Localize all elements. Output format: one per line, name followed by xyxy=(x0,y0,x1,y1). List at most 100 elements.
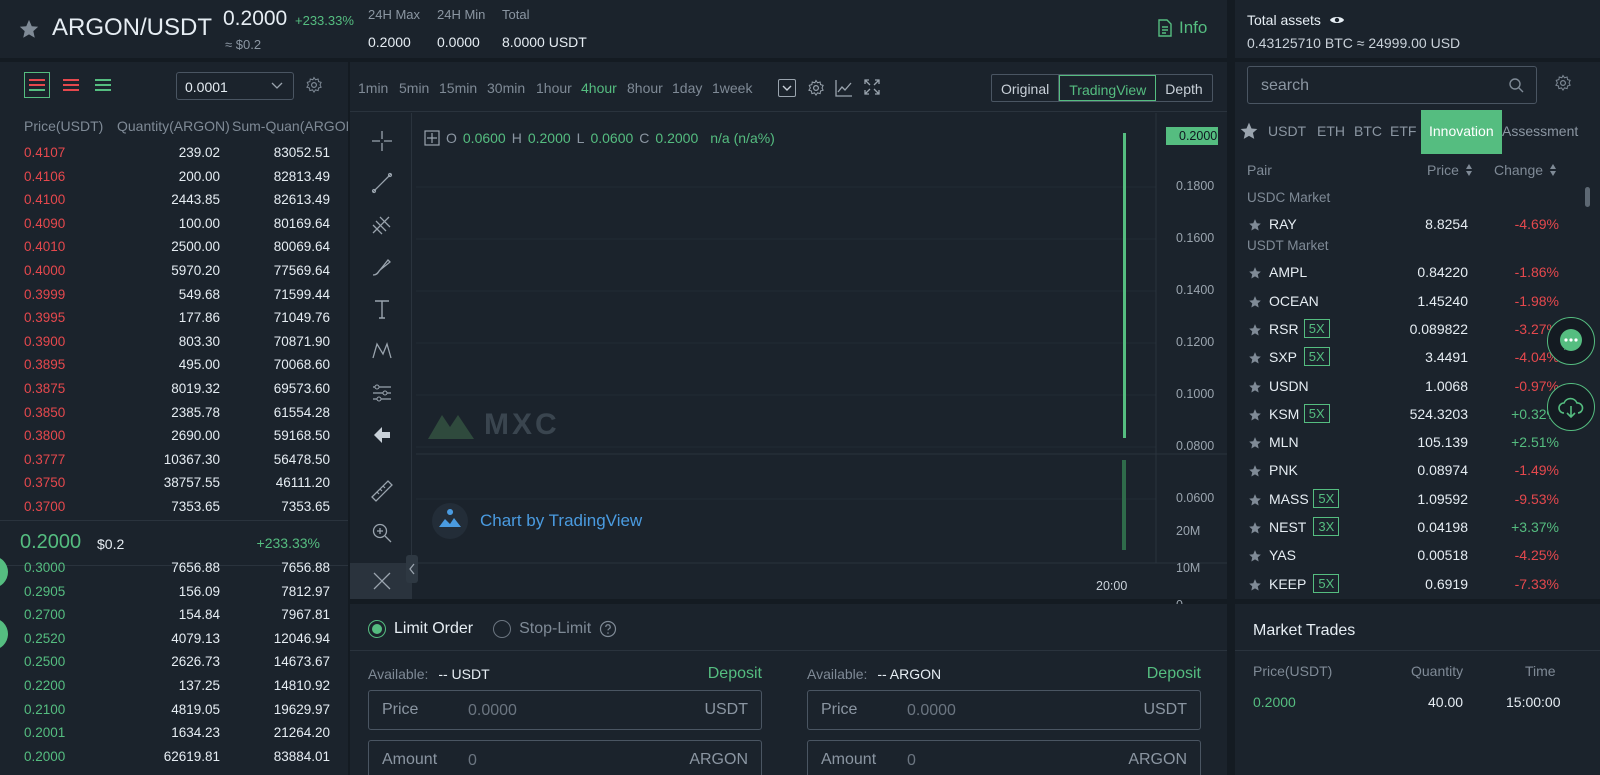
star-icon[interactable] xyxy=(1248,493,1262,507)
market-row[interactable]: MLN 105.139 +2.51% xyxy=(1235,428,1575,456)
orderbook-row[interactable]: 0.3850 2385.78 61554.28 xyxy=(0,401,348,425)
legend-toggle-icon[interactable] xyxy=(424,130,440,146)
orderbook-row[interactable]: 0.4090 100.00 80169.64 xyxy=(0,212,348,236)
orderbook-row[interactable]: 0.4106 200.00 82813.49 xyxy=(0,165,348,189)
market-row[interactable]: RAY 8.8254 -4.69% xyxy=(1235,210,1575,238)
download-button[interactable] xyxy=(1547,383,1595,431)
market-row[interactable]: USDN 1.0068 -0.97% xyxy=(1235,372,1575,400)
col-change-header[interactable]: Change xyxy=(1494,162,1557,178)
orderbook-row[interactable]: 0.3700 7353.65 7353.65 xyxy=(0,495,348,519)
market-tab-innovation[interactable]: Innovation xyxy=(1421,110,1502,154)
col-price-header[interactable]: Price xyxy=(1427,162,1473,178)
market-row[interactable]: MASS 5X 1.09592 -9.53% xyxy=(1235,485,1575,513)
gear-icon[interactable] xyxy=(1554,74,1572,92)
help-icon[interactable] xyxy=(599,620,617,638)
orderbook-row[interactable]: 0.2001 1634.23 21264.20 xyxy=(0,721,348,745)
timeframe-4hour[interactable]: 4hour xyxy=(581,80,617,96)
market-row[interactable]: SXP 5X 3.4491 -4.04% xyxy=(1235,343,1575,371)
buy-price-input[interactable]: Price 0.0000 USDT xyxy=(368,690,762,730)
gear-icon[interactable] xyxy=(305,76,323,94)
sell-price-input[interactable]: Price 0.0000 USDT xyxy=(807,690,1201,730)
book-mode-both-icon[interactable] xyxy=(24,72,50,98)
chat-button[interactable] xyxy=(1547,317,1595,365)
fullscreen-icon[interactable] xyxy=(864,79,880,95)
zoom-in-icon[interactable] xyxy=(370,521,394,545)
precision-select[interactable]: 0.0001 xyxy=(176,72,294,100)
market-row[interactable]: KEEP 5X 0.6919 -7.33% xyxy=(1235,570,1575,598)
star-icon[interactable] xyxy=(1248,295,1262,309)
info-link[interactable]: Info xyxy=(1157,18,1207,38)
orderbook-row[interactable]: 0.3999 549.68 71599.44 xyxy=(0,283,348,307)
timeframe-1week[interactable]: 1week xyxy=(712,80,752,96)
orderbook-row[interactable]: 0.3900 803.30 70871.90 xyxy=(0,330,348,354)
orderbook-row[interactable]: 0.4100 2443.85 82613.49 xyxy=(0,188,348,212)
orderbook-row[interactable]: 0.3800 2690.00 59168.50 xyxy=(0,424,348,448)
orderbook-row[interactable]: 0.3777 10367.30 56478.50 xyxy=(0,448,348,472)
book-mode-asks-icon[interactable] xyxy=(58,72,84,98)
market-row[interactable]: NEST 3X 0.04198 +3.37% xyxy=(1235,513,1575,541)
orderbook-row[interactable]: 0.2905 156.09 7812.97 xyxy=(0,580,348,604)
star-icon[interactable] xyxy=(1248,578,1262,592)
star-icon[interactable] xyxy=(1248,218,1262,232)
market-row[interactable]: KSM 5X 524.3203 +0.32% xyxy=(1235,400,1575,428)
star-icon[interactable] xyxy=(18,18,40,40)
timeframe-8hour[interactable]: 8hour xyxy=(627,80,663,96)
trend-line-icon[interactable] xyxy=(370,171,394,195)
buy-amount-input[interactable]: Amount 0 ARGON xyxy=(368,740,762,775)
view-tab-original[interactable]: Original xyxy=(992,75,1060,101)
timeframe-1min[interactable]: 1min xyxy=(358,80,388,96)
market-tab-usdt[interactable]: USDT xyxy=(1268,123,1306,139)
tradingview-credit[interactable]: Chart by TradingView xyxy=(432,503,642,539)
orderbook-row[interactable]: 0.4107 239.02 83052.51 xyxy=(0,141,348,165)
orderbook-row[interactable]: 0.2520 4079.13 12046.94 xyxy=(0,627,348,651)
book-mode-bids-icon[interactable] xyxy=(90,72,116,98)
magnet-icon[interactable] xyxy=(370,569,394,593)
star-icon[interactable] xyxy=(1248,464,1262,478)
stop-limit-radio[interactable] xyxy=(493,620,512,638)
chart-plot[interactable]: O 0.0600 H 0.2000 L 0.0600 C 0.2000 n/a (n/a… xyxy=(406,113,1227,612)
pitchfork-icon[interactable] xyxy=(370,213,394,237)
collapse-handle[interactable] xyxy=(406,555,418,583)
favorites-star-icon[interactable] xyxy=(1239,121,1259,141)
sell-amount-input[interactable]: Amount 0 ARGON xyxy=(807,740,1201,775)
star-icon[interactable] xyxy=(1248,408,1262,422)
limit-order-radio[interactable] xyxy=(368,620,386,638)
gear-icon[interactable] xyxy=(807,79,825,97)
back-arrow-icon[interactable] xyxy=(370,423,394,447)
market-tab-etf[interactable]: ETF xyxy=(1390,123,1416,139)
star-icon[interactable] xyxy=(1248,521,1262,535)
pattern-icon[interactable] xyxy=(370,339,394,363)
prediction-icon[interactable] xyxy=(370,381,394,405)
view-tab-depth[interactable]: Depth xyxy=(1156,75,1211,101)
timeframe-dropdown[interactable] xyxy=(778,79,796,97)
market-row[interactable]: AMPL 0.84220 -1.86% xyxy=(1235,258,1575,286)
orderbook-row[interactable]: 0.3995 177.86 71049.76 xyxy=(0,306,348,330)
star-icon[interactable] xyxy=(1248,323,1262,337)
market-row[interactable]: OCEAN 1.45240 -1.98% xyxy=(1235,287,1575,315)
orderbook-row[interactable]: 0.4010 2500.00 80069.64 xyxy=(0,235,348,259)
timeframe-5min[interactable]: 5min xyxy=(399,80,429,96)
timeframe-15min[interactable]: 15min xyxy=(439,80,477,96)
stop-limit-label[interactable]: Stop-Limit xyxy=(519,620,591,638)
star-icon[interactable] xyxy=(1248,549,1262,563)
buy-deposit-link[interactable]: Deposit xyxy=(708,665,762,683)
view-tab-tradingview[interactable]: TradingView xyxy=(1059,75,1157,101)
sell-deposit-link[interactable]: Deposit xyxy=(1147,665,1201,683)
timeframe-30min[interactable]: 30min xyxy=(487,80,525,96)
orderbook-row[interactable]: 0.2500 2626.73 14673.67 xyxy=(0,650,348,674)
orderbook-row[interactable]: 0.2000 62619.81 83884.01 xyxy=(0,745,348,769)
timeframe-1day[interactable]: 1day xyxy=(672,80,702,96)
market-row[interactable]: YAS 0.00518 -4.25% xyxy=(1235,541,1575,569)
orderbook-row[interactable]: 0.3000 7656.88 7656.88 xyxy=(0,556,348,580)
market-tab-assessment[interactable]: Assessment xyxy=(1502,123,1578,139)
indicator-icon[interactable] xyxy=(835,79,853,97)
eye-icon[interactable] xyxy=(1329,14,1345,26)
market-tab-eth[interactable]: ETH xyxy=(1317,123,1345,139)
ruler-icon[interactable] xyxy=(370,479,394,503)
crosshair-icon[interactable] xyxy=(370,129,394,153)
orderbook-row[interactable]: 0.2200 137.25 14810.92 xyxy=(0,674,348,698)
limit-order-label[interactable]: Limit Order xyxy=(394,620,473,638)
timeframe-1hour[interactable]: 1hour xyxy=(536,80,572,96)
text-icon[interactable] xyxy=(370,297,394,321)
market-row[interactable]: PNK 0.08974 -1.49% xyxy=(1235,456,1575,484)
